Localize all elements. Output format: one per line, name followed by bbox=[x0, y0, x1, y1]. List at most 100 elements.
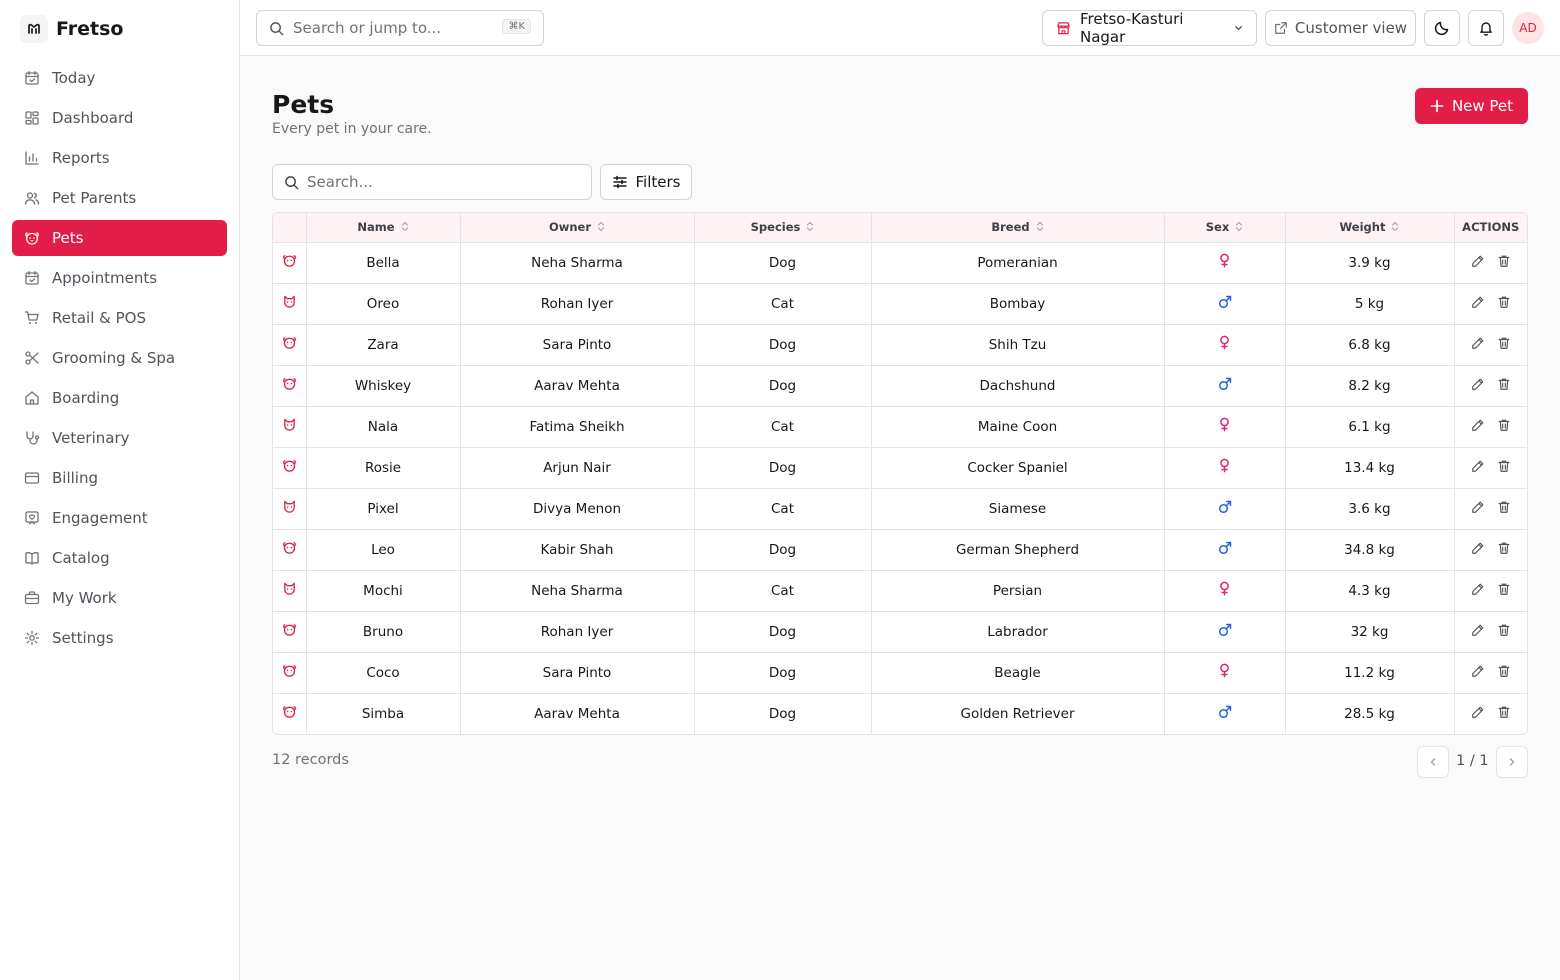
trash-icon[interactable] bbox=[1497, 336, 1511, 350]
prev-page-button[interactable] bbox=[1417, 746, 1449, 778]
table-row[interactable]: Pixel Divya Menon Cat Siamese 3.6 kg bbox=[273, 488, 1527, 530]
table-row[interactable]: Nala Fatima Sheikh Cat Maine Coon 6.1 kg bbox=[273, 406, 1527, 448]
delete-button[interactable] bbox=[1497, 295, 1511, 313]
sidebar-item-settings[interactable]: Settings bbox=[12, 620, 227, 656]
edit-icon[interactable] bbox=[1471, 541, 1485, 555]
column-header-sex[interactable]: Sex bbox=[1164, 213, 1286, 243]
global-search-input[interactable]: Search or jump to... ⌘K bbox=[256, 10, 544, 46]
sidebar-item-veterinary[interactable]: Veterinary bbox=[12, 420, 227, 456]
user-avatar[interactable]: AD bbox=[1512, 12, 1544, 44]
column-header-species[interactable]: Species bbox=[694, 213, 872, 243]
edit-button[interactable] bbox=[1471, 541, 1485, 559]
edit-icon[interactable] bbox=[1471, 418, 1485, 432]
delete-button[interactable] bbox=[1497, 377, 1511, 395]
customer-view-button[interactable]: Customer view bbox=[1265, 10, 1416, 46]
trash-icon[interactable] bbox=[1497, 500, 1511, 514]
users-icon bbox=[24, 192, 40, 205]
delete-button[interactable] bbox=[1497, 459, 1511, 477]
edit-button[interactable] bbox=[1471, 705, 1485, 723]
delete-button[interactable] bbox=[1497, 541, 1511, 559]
trash-icon[interactable] bbox=[1497, 705, 1511, 719]
edit-button[interactable] bbox=[1471, 418, 1485, 436]
edit-icon[interactable] bbox=[1471, 254, 1485, 268]
edit-button[interactable] bbox=[1471, 377, 1485, 395]
search-shortcut-badge: ⌘K bbox=[502, 19, 531, 34]
brand[interactable]: Fretso bbox=[20, 14, 123, 44]
sidebar-item-engagement[interactable]: Engagement bbox=[12, 500, 227, 536]
sidebar-item-pet-parents[interactable]: Pet Parents bbox=[12, 180, 227, 216]
delete-button[interactable] bbox=[1497, 500, 1511, 518]
delete-button[interactable] bbox=[1497, 664, 1511, 682]
edit-icon[interactable] bbox=[1471, 582, 1485, 596]
sidebar-item-my-work[interactable]: My Work bbox=[12, 580, 227, 616]
delete-button[interactable] bbox=[1497, 623, 1511, 641]
sidebar-item-pets[interactable]: Pets bbox=[12, 220, 227, 256]
delete-button[interactable] bbox=[1497, 705, 1511, 723]
edit-icon[interactable] bbox=[1471, 705, 1485, 719]
edit-button[interactable] bbox=[1471, 500, 1485, 518]
edit-icon[interactable] bbox=[1471, 459, 1485, 473]
edit-button[interactable] bbox=[1471, 582, 1485, 600]
sidebar-item-boarding[interactable]: Boarding bbox=[12, 380, 227, 416]
trash-icon[interactable] bbox=[1497, 418, 1511, 432]
table-row[interactable]: Rosie Arjun Nair Dog Cocker Spaniel 13.4… bbox=[273, 447, 1527, 489]
trash-icon[interactable] bbox=[1497, 664, 1511, 678]
sidebar-item-billing[interactable]: Billing bbox=[12, 460, 227, 496]
edit-button[interactable] bbox=[1471, 254, 1485, 272]
edit-button[interactable] bbox=[1471, 664, 1485, 682]
table-row[interactable]: Coco Sara Pinto Dog Beagle 11.2 kg bbox=[273, 652, 1527, 694]
next-page-button[interactable] bbox=[1496, 746, 1528, 778]
store-selector[interactable]: Fretso-Kasturi Nagar bbox=[1042, 10, 1257, 46]
delete-button[interactable] bbox=[1497, 418, 1511, 436]
trash-icon[interactable] bbox=[1497, 582, 1511, 596]
trash-icon[interactable] bbox=[1497, 541, 1511, 555]
sidebar-item-dashboard[interactable]: Dashboard bbox=[12, 100, 227, 136]
sidebar-item-today[interactable]: Today bbox=[12, 60, 227, 96]
cell-sex bbox=[1164, 447, 1286, 489]
cell-species: Dog bbox=[694, 365, 872, 407]
trash-icon[interactable] bbox=[1497, 377, 1511, 391]
calendar-icon bbox=[25, 270, 39, 285]
theme-toggle-button[interactable] bbox=[1424, 10, 1460, 46]
sidebar-item-appointments[interactable]: Appointments bbox=[12, 260, 227, 296]
edit-icon[interactable] bbox=[1471, 295, 1485, 309]
sidebar-item-retail-pos[interactable]: Retail & POS bbox=[12, 300, 227, 336]
edit-button[interactable] bbox=[1471, 336, 1485, 354]
column-header-breed[interactable]: Breed bbox=[871, 213, 1165, 243]
trash-icon[interactable] bbox=[1497, 254, 1511, 268]
cell-owner: Neha Sharma bbox=[460, 570, 695, 612]
table-row[interactable]: Bella Neha Sharma Dog Pomeranian 3.9 kg bbox=[273, 242, 1527, 284]
trash-icon[interactable] bbox=[1497, 295, 1511, 309]
table-search-input[interactable]: Search... bbox=[272, 164, 592, 200]
table-row[interactable]: Mochi Neha Sharma Cat Persian 4.3 kg bbox=[273, 570, 1527, 612]
filters-button[interactable]: Filters bbox=[600, 164, 692, 200]
edit-icon[interactable] bbox=[1471, 500, 1485, 514]
edit-icon[interactable] bbox=[1471, 623, 1485, 637]
edit-icon[interactable] bbox=[1471, 336, 1485, 350]
new-pet-button[interactable]: New Pet bbox=[1415, 88, 1528, 124]
table-row[interactable]: Leo Kabir Shah Dog German Shepherd 34.8 … bbox=[273, 529, 1527, 571]
column-header-weight[interactable]: Weight bbox=[1285, 213, 1455, 243]
delete-button[interactable] bbox=[1497, 582, 1511, 600]
trash-icon[interactable] bbox=[1497, 623, 1511, 637]
table-row[interactable]: Simba Aarav Mehta Dog Golden Retriever 2… bbox=[273, 693, 1527, 734]
trash-icon[interactable] bbox=[1497, 459, 1511, 473]
sidebar-item-catalog[interactable]: Catalog bbox=[12, 540, 227, 576]
sidebar-item-reports[interactable]: Reports bbox=[12, 140, 227, 176]
edit-icon[interactable] bbox=[1471, 377, 1485, 391]
table-row[interactable]: Zara Sara Pinto Dog Shih Tzu 6.8 kg bbox=[273, 324, 1527, 366]
delete-button[interactable] bbox=[1497, 336, 1511, 354]
plus-icon bbox=[1430, 99, 1444, 113]
table-row[interactable]: Whiskey Aarav Mehta Dog Dachshund 8.2 kg bbox=[273, 365, 1527, 407]
delete-button[interactable] bbox=[1497, 254, 1511, 272]
notifications-button[interactable] bbox=[1468, 10, 1504, 46]
column-header-owner[interactable]: Owner bbox=[460, 213, 695, 243]
edit-button[interactable] bbox=[1471, 623, 1485, 641]
edit-button[interactable] bbox=[1471, 295, 1485, 313]
table-row[interactable]: Oreo Rohan Iyer Cat Bombay 5 kg bbox=[273, 283, 1527, 325]
edit-icon[interactable] bbox=[1471, 664, 1485, 678]
table-row[interactable]: Bruno Rohan Iyer Dog Labrador 32 kg bbox=[273, 611, 1527, 653]
sidebar-item-grooming-spa[interactable]: Grooming & Spa bbox=[12, 340, 227, 376]
column-header-name[interactable]: Name bbox=[306, 213, 461, 243]
edit-button[interactable] bbox=[1471, 459, 1485, 477]
